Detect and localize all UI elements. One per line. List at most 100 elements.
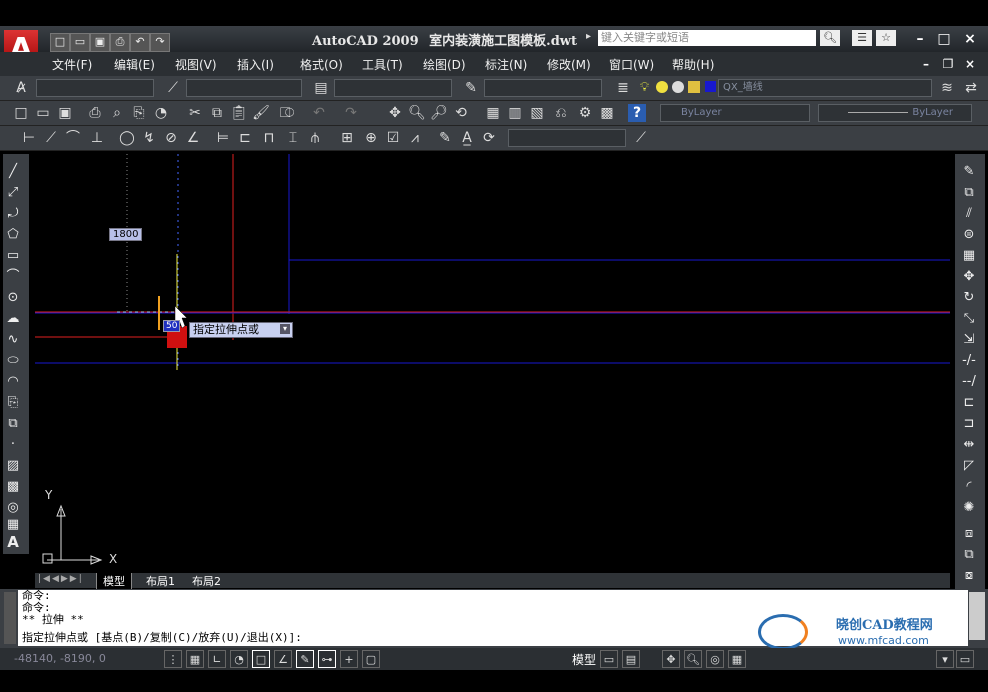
drawing-canvas[interactable]: 1800 50 指定拉伸点或 ▾ Y X (35, 154, 950, 574)
dim-style-manager-icon[interactable]: ⟋ (632, 129, 650, 147)
doc-minimize-icon[interactable]: – (916, 55, 936, 73)
text-style-icon[interactable]: A̷ (12, 79, 30, 97)
rectangle-icon[interactable]: ▭ (2, 246, 24, 265)
make-block-icon[interactable]: ⧉ (2, 414, 24, 433)
help-icon[interactable]: ? (628, 104, 646, 122)
text-style-combo[interactable] (36, 79, 154, 97)
zoom-realtime-icon[interactable]: 🔍︎ (408, 104, 426, 122)
dynamic-ucs-icon[interactable]: ✎ (296, 650, 314, 668)
make-current-layer-icon[interactable]: ≋ (938, 79, 956, 97)
doc-close-icon[interactable]: × (960, 55, 980, 73)
spline-icon[interactable]: ∿ (2, 330, 24, 349)
insert-block-icon[interactable]: ⎘ (2, 393, 24, 412)
command-prompt[interactable]: 指定拉伸点或 [基点(B)/复制(C)/放弃(U)/退出(X)]: (18, 632, 968, 644)
dim-aligned-icon[interactable]: ⟋ (42, 129, 60, 147)
menu-dimension[interactable]: 标注(N) (485, 56, 527, 73)
tool-palettes-icon[interactable]: ▧ (528, 104, 546, 122)
layer-previous-icon[interactable]: ⇄ (962, 79, 980, 97)
status-tray-menu-icon[interactable]: ▾ (936, 650, 954, 668)
extend-icon[interactable]: --/ (958, 372, 980, 391)
break-at-point-icon[interactable]: ⊏ (958, 393, 980, 412)
rotate-icon[interactable]: ↻ (958, 288, 980, 307)
draworder-back-icon[interactable]: ⧉ (958, 545, 980, 564)
dim-space-icon[interactable]: ⌶ (284, 129, 302, 147)
object-snap-tracking-icon[interactable]: ∠ (274, 650, 292, 668)
markup-icon[interactable]: ⚙ (576, 104, 594, 122)
menu-help[interactable]: 帮助(H) (672, 56, 714, 73)
model-space-label[interactable]: 模型 (572, 651, 596, 668)
mirror-icon[interactable]: ⫽ (958, 204, 980, 223)
menu-tools[interactable]: 工具(T) (362, 56, 403, 73)
dynamic-input-icon[interactable]: ⊶ (318, 650, 336, 668)
paste-icon[interactable]: 📋︎ (230, 104, 248, 122)
undo-icon-2[interactable]: ↶ (310, 104, 328, 122)
tab-model[interactable]: 模型 (96, 573, 132, 590)
dim-break-icon[interactable]: ⫛ (306, 129, 324, 147)
object-snap-icon[interactable]: □ (252, 650, 270, 668)
close-icon[interactable]: × (960, 30, 980, 48)
drawing-quickview-icon[interactable]: ▤ (622, 650, 640, 668)
circle-icon[interactable]: ⊙ (2, 288, 24, 307)
stretch-icon[interactable]: ⇲ (958, 330, 980, 349)
dim-ordinate-icon[interactable]: ⊥ (88, 129, 106, 147)
tab-layout2[interactable]: 布局2 (186, 573, 227, 589)
fillet-icon[interactable]: ◜ (958, 477, 980, 496)
multileader-style-icon[interactable]: ✎ (462, 79, 480, 97)
dim-style-combo-2[interactable] (508, 129, 626, 147)
coordinate-readout[interactable]: -48140, -8190, 0 (14, 652, 106, 665)
gradient-icon[interactable]: ▩ (2, 477, 24, 496)
center-mark-icon[interactable]: ⊕ (362, 129, 380, 147)
polygon-icon[interactable]: ⬠ (2, 225, 24, 244)
draworder-above-icon[interactable]: ⧇ (958, 566, 980, 585)
menu-insert[interactable]: 插入(I) (237, 56, 274, 73)
publish-icon[interactable]: ⎘ (130, 104, 148, 122)
options-dropdown-icon[interactable]: ▾ (280, 324, 290, 334)
plot-preview-icon[interactable]: ⌕ (108, 104, 126, 122)
layer-freeze-icon[interactable] (656, 81, 668, 93)
status-pan-icon[interactable]: ✥ (662, 650, 680, 668)
doc-restore-icon[interactable]: ❐ (938, 55, 958, 73)
layer-manager-icon[interactable]: ≣ (614, 79, 632, 97)
zoom-previous-icon[interactable]: ⟲ (452, 104, 470, 122)
dim-continue-icon[interactable]: ⊓ (260, 129, 278, 147)
quick-dim-icon[interactable]: ⊨ (214, 129, 232, 147)
join-icon[interactable]: ⇹ (958, 435, 980, 454)
inspection-icon[interactable]: ☑ (384, 129, 402, 147)
chamfer-icon[interactable]: ◸ (958, 456, 980, 475)
mtext-icon[interactable]: A (2, 533, 24, 552)
dim-baseline-icon[interactable]: ⊏ (236, 129, 254, 147)
tolerance-icon[interactable]: ⊞ (338, 129, 356, 147)
layer-viewport-icon[interactable] (672, 81, 684, 93)
polar-tracking-icon[interactable]: ◔ (230, 650, 248, 668)
search-icon[interactable]: 🔍︎ (820, 30, 840, 46)
snap-mode-icon[interactable]: ⋮ (164, 650, 182, 668)
offset-icon[interactable]: ⊜ (958, 225, 980, 244)
match-properties-icon[interactable]: 🖌︎ (252, 104, 270, 122)
explode-icon[interactable]: ✺ (958, 498, 980, 517)
dim-jogged-icon[interactable]: ↯ (140, 129, 158, 147)
linetype-combo[interactable]: ByLayer (818, 104, 972, 122)
polyline-icon[interactable]: ⤾ (2, 204, 24, 223)
arc-icon[interactable]: ⌒ (2, 267, 24, 286)
copy-icon[interactable]: ⧉ (208, 104, 226, 122)
open-icon[interactable]: ▭ (34, 104, 52, 122)
plot-icon[interactable]: ⎙ (86, 104, 104, 122)
ortho-mode-icon[interactable]: ∟ (208, 650, 226, 668)
new-file-icon[interactable]: □ (50, 33, 70, 52)
zoom-window-icon[interactable]: 🔎︎ (430, 104, 448, 122)
dim-arc-icon[interactable]: ⌒ (64, 129, 82, 147)
layer-lock-icon[interactable] (688, 81, 700, 93)
dim-edit-icon[interactable]: ✎ (436, 129, 454, 147)
design-center-icon[interactable]: ▥ (506, 104, 524, 122)
dim-radius-icon[interactable]: ◯ (118, 129, 136, 147)
redo-icon-2[interactable]: ↷ (342, 104, 360, 122)
dim-angular-icon[interactable]: ∠ (184, 129, 202, 147)
trim-icon[interactable]: -/- (958, 351, 980, 370)
lineweight-icon[interactable]: + (340, 650, 358, 668)
move-icon[interactable]: ✥ (958, 267, 980, 286)
command-window-grip[interactable] (4, 592, 16, 644)
pan-icon[interactable]: ✥ (386, 104, 404, 122)
save-icon[interactable]: ▣ (90, 33, 110, 52)
block-editor-icon[interactable]: ⎄ (278, 104, 296, 122)
menu-view[interactable]: 视图(V) (175, 56, 217, 73)
